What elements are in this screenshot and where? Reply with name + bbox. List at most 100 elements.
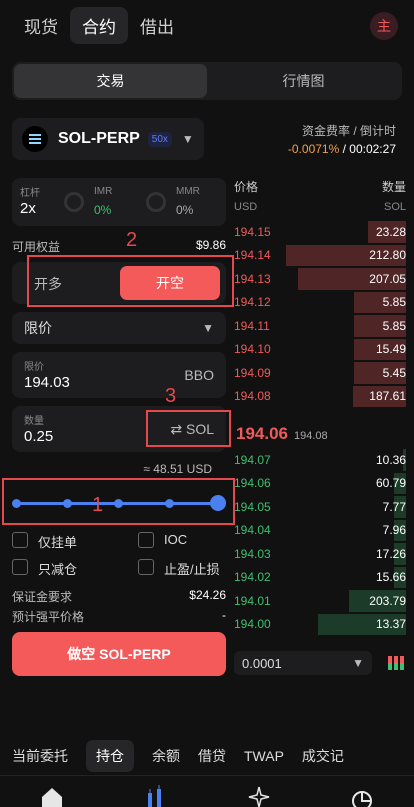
ask-size: 207.05 (369, 271, 406, 286)
position-tabs: 当前委托 持仓 余额 借贷 TWAP 成交记 (12, 740, 414, 772)
nav-spot[interactable]: 现货 (12, 7, 70, 44)
portfolio-icon[interactable] (349, 783, 375, 807)
top-nav: 现货 合约 借出 主 (12, 6, 402, 44)
home-icon[interactable] (39, 783, 65, 807)
ask-size: 212.80 (369, 248, 406, 263)
liq-value: - (222, 608, 226, 622)
annotation-box-2 (27, 255, 234, 307)
annotation-number-3: 3 (165, 385, 177, 407)
leverage-label: 杠杆 (20, 188, 40, 199)
reduce-only-checkbox[interactable] (12, 559, 28, 575)
bid-price: 194.05 (234, 499, 271, 514)
tp-sl-checkbox[interactable] (138, 559, 154, 575)
bid-row[interactable]: 194.03 17.26 (234, 542, 406, 566)
tick-size-select[interactable]: 0.0001 ▼ (234, 651, 372, 675)
imr-label: IMR (94, 186, 113, 197)
bid-row[interactable]: 194.02 15.66 (234, 566, 406, 590)
quantity-label: 数量 (24, 416, 44, 427)
equity-value: $9.86 (195, 238, 226, 252)
bid-row[interactable]: 194.05 7.77 (234, 495, 406, 519)
ask-row[interactable]: 194.10 15.49 (234, 338, 406, 362)
ask-row[interactable]: 194.08 187.61 (234, 385, 406, 409)
bid-price: 194.04 (234, 523, 271, 538)
leverage-card[interactable]: 杠杆 2x IMR 0% MMR 0% (12, 178, 226, 226)
tab-balances[interactable]: 余额 (152, 746, 180, 766)
tab-open-orders[interactable]: 当前委托 (12, 746, 68, 766)
ask-row[interactable]: 194.15 23.28 (234, 220, 406, 244)
trade-icon[interactable] (142, 783, 168, 807)
bid-size: 203.79 (369, 593, 406, 608)
ask-price: 194.11 (234, 318, 270, 333)
ask-price: 194.10 (234, 342, 271, 357)
ioc-label: IOC (164, 532, 188, 547)
mmr-value: 0% (176, 203, 194, 217)
ask-size: 15.49 (375, 342, 406, 357)
bid-size: 7.77 (382, 499, 406, 514)
ask-row[interactable]: 194.12 5.85 (234, 291, 406, 315)
avatar[interactable]: 主 (370, 12, 398, 40)
chevron-down-icon: ▼ (352, 656, 364, 670)
tab-trade[interactable]: 交易 (14, 64, 207, 98)
tp-sl-label: 止盈/止损 (164, 562, 220, 577)
bid-row[interactable]: 194.00 13.37 (234, 613, 406, 637)
tab-twap[interactable]: TWAP (244, 748, 284, 764)
chevron-down-icon: ▼ (181, 132, 194, 146)
bid-row[interactable]: 194.06 60.79 (234, 472, 406, 496)
tab-positions[interactable]: 持仓 (86, 740, 134, 772)
margin-value: $24.26 (189, 588, 226, 602)
funding-rate: -0.0071% (287, 142, 340, 156)
funding-label: 资金费率 / 倒计时 (301, 124, 396, 138)
bbo-button[interactable]: BBO (184, 367, 214, 383)
mmr-label: MMR (176, 186, 200, 197)
ask-row[interactable]: 194.13 207.05 (234, 267, 406, 291)
ask-price: 194.15 (234, 224, 271, 239)
funding-value: -0.0071% / 00:02:27 (288, 142, 396, 156)
nav-perp[interactable]: 合约 (70, 6, 128, 44)
ask-row[interactable]: 194.11 5.85 (234, 314, 406, 338)
bid-row[interactable]: 194.04 7.96 (234, 519, 406, 543)
ask-row[interactable]: 194.14 212.80 (234, 244, 406, 268)
ask-row[interactable]: 194.09 5.45 (234, 361, 406, 385)
ask-price: 194.13 (234, 271, 271, 286)
chevron-down-icon: ▼ (202, 321, 214, 335)
ask-price: 194.09 (234, 365, 271, 380)
sol-logo-icon (22, 126, 48, 152)
imr-value: 0% (94, 203, 112, 217)
size-unit: SOL (383, 201, 406, 213)
liq-label: 预计强平价格 (12, 610, 85, 624)
nav-lend[interactable]: 借出 (128, 7, 186, 44)
orderbook-asks: 194.15 23.28 194.14 212.80 194.13 207.05 194.1… (234, 220, 406, 408)
bid-row[interactable]: 194.07 10.36 (234, 448, 406, 472)
view-segment: 交易 行情图 (12, 62, 402, 100)
sparkle-icon[interactable] (246, 783, 272, 807)
bid-size: 13.37 (375, 617, 406, 632)
ask-price: 194.14 (234, 248, 271, 263)
annotation-box-1 (2, 478, 235, 525)
orderbook-view-icon[interactable] (388, 656, 404, 672)
ask-size: 23.28 (375, 224, 406, 239)
post-only-label: 仅挂单 (38, 535, 78, 550)
bid-size: 60.79 (375, 476, 406, 491)
ioc-checkbox[interactable] (138, 532, 154, 548)
ask-size: 187.61 (369, 389, 406, 404)
mid-price: 194.06 194.08 (236, 424, 406, 444)
ask-size: 5.45 (382, 365, 406, 380)
margin-row: 保证金要求 $24.26 (12, 588, 226, 605)
post-only-checkbox[interactable] (12, 532, 28, 548)
orderbook-header: 价格 数量 USD SOL (234, 178, 406, 213)
tick-size-value: 0.0001 (242, 655, 282, 671)
bid-price: 194.00 (234, 617, 271, 632)
submit-short-button[interactable]: 做空 SOL-PERP (12, 632, 226, 676)
limit-price-field[interactable]: 限价 194.03 BBO (12, 352, 226, 398)
bid-price: 194.06 (234, 476, 271, 491)
market-selector[interactable]: SOL-PERP 50x ▼ (12, 118, 204, 160)
checkbox-row-1: 仅挂单 IOC (12, 530, 226, 550)
bid-row[interactable]: 194.01 203.79 (234, 589, 406, 613)
ask-price: 194.12 (234, 295, 271, 310)
mmr-ring-icon (146, 192, 166, 212)
equity-label: 可用权益 (12, 240, 61, 254)
tab-chart[interactable]: 行情图 (207, 64, 400, 98)
order-type-select[interactable]: 限价 ▼ (12, 312, 226, 344)
tab-trade-history[interactable]: 成交记 (302, 746, 344, 766)
tab-borrows[interactable]: 借贷 (198, 746, 226, 766)
